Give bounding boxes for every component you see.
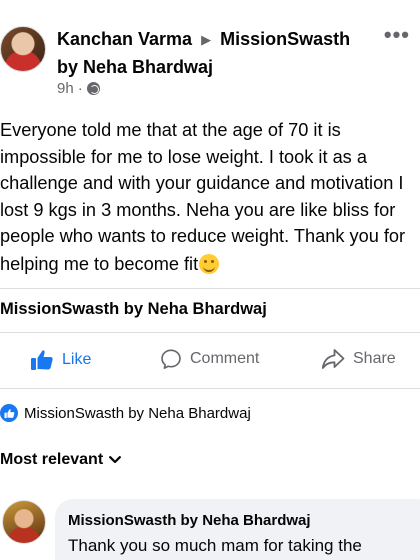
more-options-button[interactable]: ••• [384,22,410,48]
like-button[interactable]: Like [30,348,91,372]
post-header: Kanchan Varma ▶ MissionSwasth by Neha Bh… [0,18,420,104]
post-meta: 9h · [57,80,100,97]
chevron-down-icon [109,456,122,464]
author-name[interactable]: Kanchan Varma [57,29,192,49]
post-author[interactable]: Kanchan Varma ▶ MissionSwasth by Neha Bh… [57,26,387,80]
comment-sort-dropdown[interactable]: Most relevant [0,451,122,469]
post-text: Everyone told me that at the age of 70 i… [0,120,406,274]
share-icon [321,349,345,369]
sort-label: Most relevant [0,451,104,468]
comment-text: Thank you so much mam for taking the [68,536,362,555]
like-label: Like [62,351,92,368]
meta-separator: · [77,80,83,97]
divider [0,288,420,289]
share-label: Share [353,350,396,367]
smiling-face-emoji-icon [199,253,220,274]
action-bar: Like Comment Share [0,342,420,384]
comment-icon [161,349,181,369]
comment-author[interactable]: MissionSwasth by Neha Bhardwaj [68,511,420,531]
globe-icon [86,82,100,95]
reacted-by-label: MissionSwasth by Neha Bhardwaj [24,404,251,422]
post-body: Everyone told me that at the age of 70 i… [0,117,420,277]
divider [0,332,420,333]
thumbs-up-icon [31,350,53,370]
comment-button[interactable]: Comment [160,348,259,370]
author-avatar[interactable] [0,26,46,72]
arrow-right-icon: ▶ [201,32,212,47]
page-link-suffix[interactable]: by Neha Bhardwaj [57,57,213,77]
share-button[interactable]: Share [321,348,396,370]
page-link[interactable]: MissionSwasth [220,29,350,49]
commenter-avatar[interactable] [2,500,46,544]
post-time[interactable]: 9h [57,80,74,97]
reaction-summary[interactable]: MissionSwasth by Neha Bhardwaj [0,404,251,422]
comment-label: Comment [190,350,260,367]
divider [0,388,420,389]
comment-bubble: MissionSwasth by Neha Bhardwaj Thank you… [55,499,420,560]
like-reaction-icon [0,404,18,422]
page-name-label[interactable]: MissionSwasth by Neha Bhardwaj [0,300,267,319]
